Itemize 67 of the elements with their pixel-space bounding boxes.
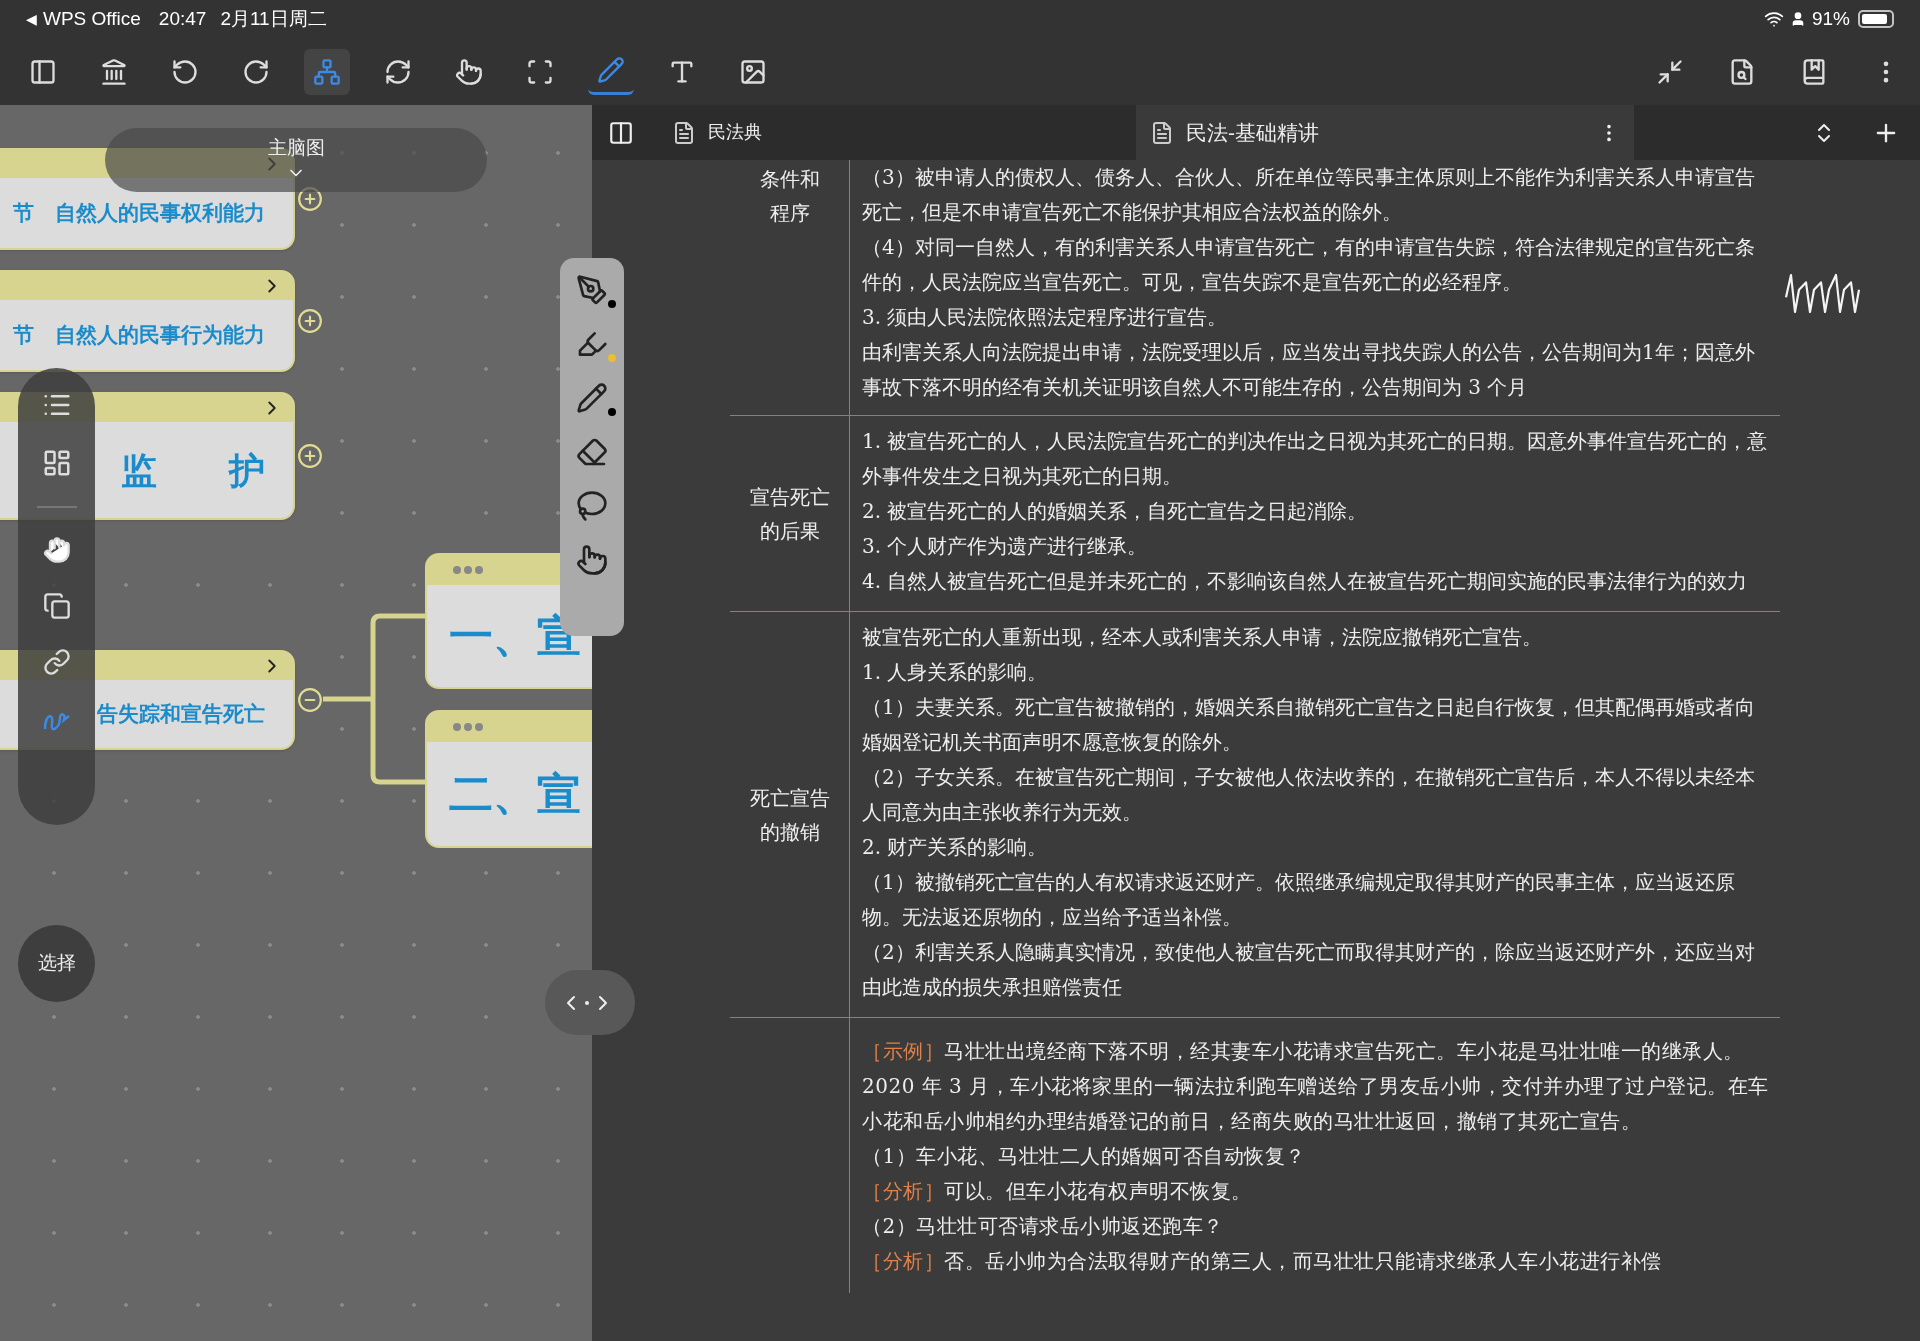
paragraph: ［示例］马壮壮出境经商下落不明，经其妻车小花请求宣告死亡。车小花是马壮壮唯一的继承人。2020 年 3 月，车小花将家里的一辆法拉利跑车赠送给了男友岳小帅，交付并办理了过户登记。在车小花和岳小帅相约办理结婚登记的前日，经商失败的马壮壮返回，撤销了其死亡宣告。 [862, 1038, 1770, 1135]
document-icon [672, 120, 696, 145]
paragraph: 2. 被宣告死亡的人的婚姻关系，自死亡宣告之日起消除。 [862, 498, 1369, 525]
pencil-icon[interactable] [576, 382, 608, 414]
paragraph: （2）马壮壮可否请求岳小帅返还跑车？ [862, 1213, 1225, 1240]
paragraph: （2）利害关系人隐瞒真实情况，致使他人被宣告死亡而取得其财产的，除应当返还财产外，还应当对由此造成的损失承担赔偿责任 [862, 939, 1756, 1001]
sidebar-icon [29, 57, 57, 86]
paragraph: 由利害关系人向法院提出申请，法院受理以后，应当发出寻找失踪人的公告，公告期间为1年；因意外事故下落不明的经有关机关证明该自然人不可能生存的，公告期间为 3 个月 [862, 339, 1756, 401]
paragraph: ［分析］否。岳小帅为合法取得财产的第三人，而马壮壮只能请求继承人车小花进行补偿 [862, 1248, 1663, 1275]
row-label: 条件和程序 [759, 166, 820, 227]
paragraph: 3. 须由人民法院依照法定程序进行宣告。 [862, 304, 1229, 331]
paragraph: 1. 人身关系的影响。 [862, 659, 1049, 686]
document-icon [1150, 120, 1174, 145]
paragraph: （4）对同一自然人，有的利害关系人申请宣告死亡，有的申请宣告失踪，符合法律规定的宣告死亡条件的，人民法院应当宣告死亡。可见，宣告失踪不是宣告死亡的必经程序。 [862, 234, 1756, 296]
node-label: 节 自然人的民事权利能力 [13, 199, 265, 228]
status-time: 20:47 [158, 6, 207, 31]
fountain-pen-icon[interactable] [576, 274, 608, 306]
paragraph: 4. 自然人被宣告死亡但是并未死亡的，不影响该自然人在被宣告死亡期间实施的民事法律行为的效力 [862, 568, 1749, 595]
paragraph: （2）子女关系。在被宣告死亡期间，子女被他人依法收养的，在撤销死亡宣告后，本人不得以未经本人同意为由主张收养行为无效。 [862, 764, 1756, 826]
lasso-icon[interactable] [576, 490, 608, 522]
copy-icon[interactable] [42, 592, 71, 620]
split-view-icon[interactable] [608, 119, 634, 146]
hand-pointer-icon[interactable] [576, 544, 608, 576]
battery-icon [1858, 10, 1894, 28]
paragraph: 3. 个人财产作为遗产进行继承。 [862, 533, 1149, 560]
frame-icon [526, 57, 554, 86]
node-label: 监 护 [121, 448, 265, 493]
ellipsis-icon [453, 723, 483, 731]
status-date: 2月11日周二 [220, 6, 327, 31]
select-button[interactable]: 选择 [18, 925, 95, 1002]
undo-icon [171, 57, 199, 86]
paragraph: 2. 财产关系的影响。 [862, 834, 1049, 861]
back-label[interactable]: WPS Office [43, 4, 141, 34]
expand-icon[interactable] [297, 308, 323, 334]
bank-icon [100, 57, 128, 86]
paragraph: （1）被撤销死亡宣告的人有权请求返还财产。依照继承编规定取得其财产的民事主体，应当返还原物。无法返还原物的，应当给予适当补偿。 [862, 869, 1736, 931]
link-icon[interactable] [42, 648, 71, 676]
paragraph: （1）车小花、马壮壮二人的婚姻可否自动恢复？ [862, 1143, 1307, 1170]
pen-icon [597, 56, 625, 84]
ellipsis-icon [453, 566, 483, 574]
back-arrow[interactable]: ◀ [26, 8, 37, 30]
paragraph: 1. 被宣告死亡的人，人民法院宣告死亡的判决作出之日视为其死亡的日期。因意外事件宣告死亡的，意外事件发生之日视为其死亡的日期。 [862, 428, 1769, 490]
node-label: 告失踪和宣告死亡 [97, 700, 265, 729]
paragraph: ［分析］可以。但车小花有权声明不恢复。 [862, 1178, 1253, 1205]
sync-icon [384, 57, 412, 86]
hand-icon[interactable] [42, 536, 71, 564]
image-icon [739, 57, 767, 86]
redo-icon [242, 57, 270, 86]
node-label: 二、宣 [449, 767, 581, 821]
paragraph: 被宣告死亡的人重新出现，经本人或利害关系人申请，法院应撤销死亡宣告。 [862, 624, 1543, 651]
expand-icon[interactable] [297, 443, 323, 469]
collapse-icon[interactable] [1656, 57, 1684, 86]
paragraph: （3）被申请人的债权人、债务人、合伙人、所在单位等民事主体原则上不能作为利害关系人申请宣告死亡，但是不申请宣告死亡不能保护其相应合法权益的除外。 [862, 164, 1756, 226]
document-tab[interactable]: 民法-基础精讲 [1136, 105, 1634, 160]
map-title-bar[interactable]: 主脑图 [105, 128, 487, 192]
battery-percent: 91% [1811, 6, 1850, 31]
eraser-icon[interactable] [576, 436, 608, 468]
collapse-icon[interactable] [297, 687, 323, 713]
wifi-icon [1763, 9, 1784, 29]
node-label: 节 自然人的民事行为能力 [13, 321, 265, 350]
mind-map-icon [313, 57, 341, 86]
paragraph: （1）夫妻关系。死亡宣告被撤销的，婚姻关系自撤销死亡宣告之日起自行恢复，但其配偶再婚或者向婚姻登记机关书面声明不愿意恢复的除外。 [862, 694, 1756, 756]
row-label: 宣告死亡的后果 [749, 483, 830, 545]
document-tab[interactable]: 民法典 [658, 105, 776, 160]
hand-pointer-icon [455, 57, 483, 86]
mind-map-tool[interactable] [304, 48, 350, 95]
row-label: 死亡宣告的撤销 [749, 784, 830, 846]
